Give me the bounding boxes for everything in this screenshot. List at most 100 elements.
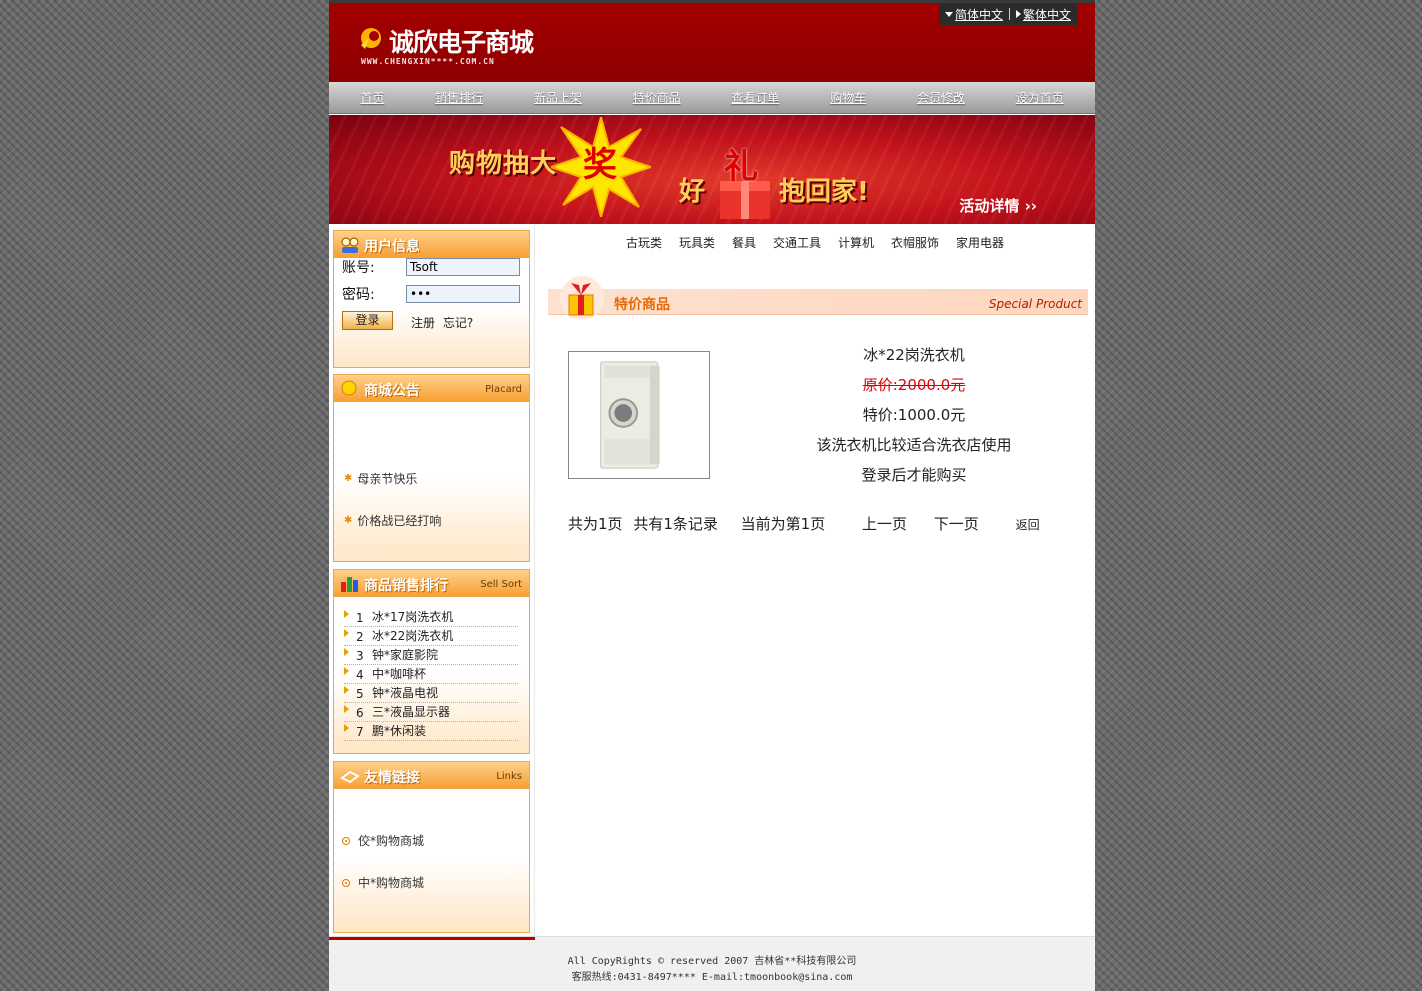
lang-traditional-label: 繁体中文 [1022, 7, 1071, 22]
star-bullet-icon: ✱ [344, 473, 353, 484]
section-subtitle: Special Product [988, 297, 1082, 311]
notice-item[interactable]: ✱ 母亲节快乐 [344, 470, 417, 487]
arrow-right-icon [344, 724, 349, 732]
category-toys[interactable]: 玩具类 [679, 234, 715, 251]
notice-item-label: 价格战已经打响 [357, 514, 442, 528]
product-image[interactable] [568, 351, 710, 479]
pager-total-pages: 共为1页 [568, 515, 623, 533]
arrow-right-icon [344, 648, 349, 656]
rank-item[interactable]: 7 鹏*休闲装 [344, 722, 518, 741]
account-input[interactable] [406, 258, 520, 276]
circle-bullet-icon [342, 836, 350, 845]
banner-headline: 购物抽大 [449, 149, 558, 179]
notice-item[interactable]: ✱ 价格战已经打响 [344, 512, 441, 529]
bar-chart-icon [341, 577, 358, 592]
rank-item[interactable]: 5 钟*液晶电视 [344, 684, 518, 703]
arrow-right-icon [344, 629, 349, 637]
users-icon [341, 237, 359, 253]
notice-title: 商城公告 [364, 383, 420, 399]
product-name[interactable]: 冰*22岗洗衣机 [729, 342, 1095, 372]
user-info-box: 用户信息 账号: 密码: 登录 注册 忘记? [333, 230, 530, 368]
pager-prev-link[interactable]: 上一页 [862, 513, 907, 534]
category-tableware[interactable]: 餐具 [732, 234, 756, 251]
password-input[interactable] [406, 285, 520, 303]
original-price: 原价:2000.0元 [862, 376, 966, 394]
login-button[interactable]: 登录 [342, 311, 393, 330]
sales-rank-subtitle: Sell Sort [480, 579, 522, 590]
nav-set-homepage[interactable]: 设为首页 [1016, 89, 1064, 106]
arrow-right-icon [344, 610, 349, 618]
friend-links-box: 友情链接 Links 佼*购物商城 中*购物商城 [333, 761, 530, 933]
pager-back-link[interactable]: 返回 [1016, 516, 1040, 533]
lang-traditional-link[interactable]: 繁体中文 [1015, 6, 1071, 23]
footer-contact: 客服热线:0431-8497**** E-mail:tmoonbook@sina… [571, 972, 853, 983]
nav-member-edit[interactable]: 会员修改 [917, 89, 965, 106]
footer-accent-line [329, 937, 535, 940]
password-row: 密码: [342, 284, 520, 304]
account-row: 账号: [342, 257, 520, 277]
rank-item[interactable]: 3 钟*家庭影院 [344, 646, 518, 665]
link-icon [340, 770, 360, 784]
lang-divider [1008, 8, 1010, 20]
rank-product-name: 冰*22岗洗衣机 [372, 629, 454, 643]
rank-number: 2 [356, 630, 364, 644]
rank-product-name: 鹏*休闲装 [372, 724, 427, 738]
rank-item[interactable]: 4 中*咖啡杯 [344, 665, 518, 684]
rank-number: 4 [356, 668, 364, 682]
register-link[interactable]: 注册 [411, 316, 435, 330]
product-info: 冰*22岗洗衣机 原价:2000.0元 特价:1000.0元 该洗衣机比较适合洗… [729, 342, 1095, 492]
sales-rank-box: 商品销售排行 Sell Sort 1 冰*17岗洗衣机 2 冰*22岗洗衣机 3 钟*… [333, 569, 530, 754]
nav-special-offers[interactable]: 特价商品 [633, 89, 681, 106]
arrow-right-icon [344, 667, 349, 675]
nav-sales-rank[interactable]: 销售排行 [435, 89, 483, 106]
friend-link-item[interactable]: 中*购物商城 [342, 874, 424, 891]
rank-number: 3 [356, 649, 364, 663]
rank-product-name: 钟*液晶电视 [372, 686, 439, 700]
forgot-password-link[interactable]: 忘记? [443, 316, 473, 330]
caret-right-icon [1015, 10, 1021, 18]
sales-rank-header: 商品销售排行 Sell Sort [334, 570, 529, 597]
rank-number: 5 [356, 687, 364, 701]
notice-item-label: 母亲节快乐 [357, 472, 418, 486]
friend-links-subtitle: Links [496, 771, 522, 782]
friend-link-label: 中*购物商城 [358, 876, 425, 890]
category-computers[interactable]: 计算机 [838, 234, 874, 251]
banner-take-home: 抱回家! [779, 177, 869, 207]
category-appliances[interactable]: 家用电器 [956, 234, 1004, 251]
nav-home[interactable]: 首页 [360, 89, 384, 106]
user-info-title: 用户信息 [364, 239, 420, 255]
nav-cart[interactable]: 购物车 [830, 89, 866, 106]
category-vehicles[interactable]: 交通工具 [773, 234, 821, 251]
pager-next-link[interactable]: 下一页 [934, 513, 979, 534]
rank-product-name: 中*咖啡杯 [372, 667, 427, 681]
friend-link-item[interactable]: 佼*购物商城 [342, 832, 424, 849]
promo-banner[interactable]: 购物抽大 奖 好 礼 抱回家! 活动详情 ›› [329, 115, 1095, 224]
nav-new-arrivals[interactable]: 新品上架 [534, 89, 582, 106]
site-footer: All CopyRights © reserved 2007 吉林省**科技有限… [329, 936, 1095, 991]
friend-links-title: 友情链接 [364, 770, 420, 786]
section-title: 特价商品 [614, 297, 670, 313]
rank-product-name: 三*液晶显示器 [372, 705, 451, 719]
site-header: 诚欣电子商城 WWW.CHENGXIN****.COM.CN 简体中文 繁体中文 [329, 0, 1095, 82]
rank-item[interactable]: 2 冰*22岗洗衣机 [344, 627, 518, 646]
arrow-right-icon [344, 686, 349, 694]
arrow-right-icon [344, 705, 349, 713]
lang-simplified-label: 简体中文 [954, 7, 1003, 22]
logo-url: WWW.CHENGXIN****.COM.CN [361, 57, 495, 66]
category-clothing[interactable]: 衣帽服饰 [891, 234, 939, 251]
rank-number: 7 [356, 725, 364, 739]
rank-number: 1 [356, 611, 364, 625]
category-antiques[interactable]: 古玩类 [626, 234, 662, 251]
rank-item[interactable]: 1 冰*17岗洗衣机 [344, 608, 518, 627]
sales-rank-list: 1 冰*17岗洗衣机 2 冰*22岗洗衣机 3 钟*家庭影院 4 中*咖啡杯 5 钟*液晶… [344, 608, 518, 741]
lang-simplified-link[interactable]: 简体中文 [944, 6, 1003, 23]
rank-product-name: 冰*17岗洗衣机 [372, 610, 454, 624]
password-label: 密码: [342, 287, 375, 303]
banner-details-link[interactable]: 活动详情 ›› [959, 195, 1037, 216]
rank-item[interactable]: 6 三*液晶显示器 [344, 703, 518, 722]
notice-subtitle: Placard [485, 384, 522, 395]
main-nav: 首页 销售排行 新品上架 特价商品 查看订单 购物车 会员修改 设为首页 [329, 82, 1095, 114]
bell-icon [341, 380, 357, 396]
nav-view-orders[interactable]: 查看订单 [731, 89, 779, 106]
star-bullet-icon: ✱ [344, 515, 353, 526]
